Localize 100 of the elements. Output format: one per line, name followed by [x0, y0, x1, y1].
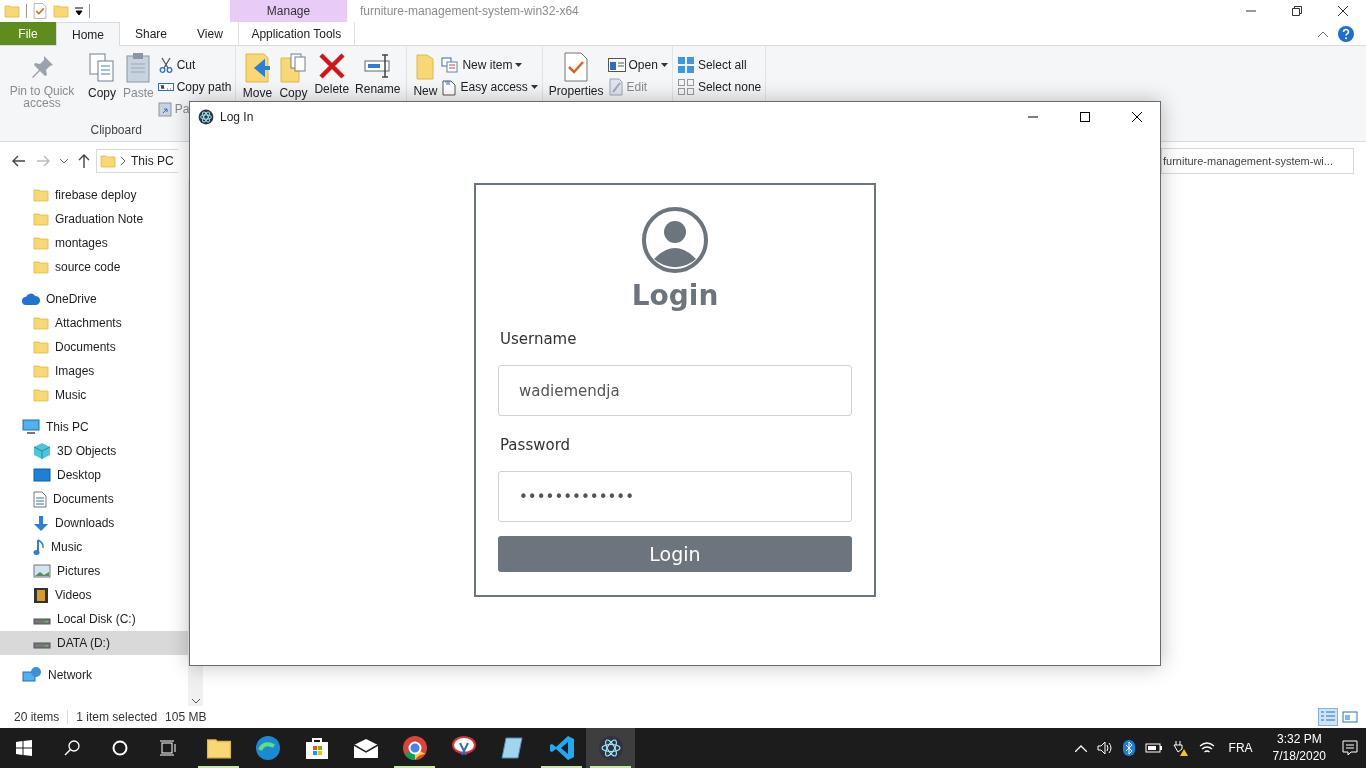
dropdown-icon[interactable]: [75, 7, 83, 15]
folder-icon: [33, 363, 49, 379]
bluetooth-icon[interactable]: [1122, 740, 1135, 756]
folder-icon: [33, 211, 49, 227]
ribbon-button[interactable]: Easy access: [440, 78, 539, 96]
ribbon-tab[interactable]: Home: [56, 22, 120, 46]
ribbon-button[interactable]: Open: [606, 56, 669, 74]
tree-item[interactable]: DATA (D:): [0, 631, 188, 655]
tree-item[interactable]: This PC: [0, 415, 188, 439]
delete-icon: [317, 52, 346, 80]
folder-icon: [33, 339, 49, 355]
ring-icon: [112, 740, 128, 756]
chevron-down-icon: [191, 699, 200, 704]
atom-icon: [198, 109, 214, 125]
recent-button[interactable]: [60, 158, 68, 164]
checked-document-icon: [33, 3, 47, 19]
copy-pages-icon: [87, 52, 117, 84]
ribbon-button[interactable]: Select all: [675, 56, 748, 74]
back-button[interactable]: [12, 155, 26, 167]
dialog-title: Log In: [220, 110, 255, 124]
tree-item[interactable]: Pictures: [0, 559, 188, 583]
tree-item[interactable]: montages: [0, 231, 188, 255]
breadcrumb[interactable]: This PC: [131, 154, 174, 168]
tiles-view-button[interactable]: [1340, 708, 1360, 726]
ribbon-button[interactable]: Rename: [352, 50, 404, 95]
language-indicator[interactable]: FRA: [1224, 741, 1257, 755]
ribbon-button[interactable]: Delete: [311, 50, 353, 95]
field-label: Username: [500, 330, 578, 348]
ribbon-tab[interactable]: File: [0, 22, 56, 45]
tiles-icon: [1342, 710, 1358, 724]
tree-item[interactable]: Attachments: [0, 311, 188, 335]
ribbon-button[interactable]: Select none: [675, 78, 763, 96]
cube-icon: [33, 442, 51, 460]
user-avatar-icon: [642, 207, 708, 273]
ribbon-tab[interactable]: Application Tools: [237, 22, 355, 45]
ribbon-button[interactable]: Properties: [545, 50, 607, 97]
film-icon: [33, 586, 49, 604]
tree-item[interactable]: Local Disk (C:): [0, 607, 188, 631]
wifi-icon[interactable]: [1198, 741, 1215, 755]
desktop-icon: [33, 468, 51, 482]
close-icon: [1132, 112, 1142, 122]
tree-item[interactable]: Music: [0, 383, 188, 407]
input-field[interactable]: •••••••••••••: [498, 471, 852, 522]
address-bar[interactable]: This PC: [96, 149, 178, 173]
list-icon: [1320, 710, 1336, 724]
tree-item[interactable]: OneDrive: [0, 287, 188, 311]
tree-item[interactable]: Music: [0, 535, 188, 559]
search-field[interactable]: furniture-management-system-wi...: [1161, 148, 1354, 174]
plug-warning-icon[interactable]: [1172, 740, 1189, 756]
empty-grid-icon: [676, 78, 695, 96]
folder-icon: [33, 187, 49, 203]
ring-circle-icon: [401, 735, 428, 761]
help-icon[interactable]: [1338, 25, 1354, 42]
clock[interactable]: 3:32 PM 7/18/2020: [1266, 731, 1332, 765]
speaker-icon[interactable]: [1096, 741, 1113, 755]
music-note-icon: [33, 538, 45, 556]
up-button[interactable]: [78, 154, 90, 168]
ribbon-button[interactable]: Copy: [275, 50, 312, 99]
tree-item[interactable]: source code: [0, 255, 188, 279]
notification-icon[interactable]: [1342, 740, 1358, 756]
new-item-icon: [441, 57, 460, 73]
folder-icon: [100, 153, 116, 169]
tree-item[interactable]: 3D Objects: [0, 439, 188, 463]
ribbon-tab[interactable]: Share: [120, 22, 183, 45]
tree-item[interactable]: Videos: [0, 583, 188, 607]
ribbon-button[interactable]: New: [410, 50, 441, 97]
folder-icon: [414, 52, 437, 82]
ribbon-button[interactable]: New item: [440, 56, 524, 74]
battery-icon[interactable]: [1144, 742, 1163, 754]
search-icon: [64, 740, 80, 756]
tree-item[interactable]: Network: [0, 663, 188, 687]
input-field[interactable]: wadiemendja: [498, 365, 852, 416]
envelope-icon: [352, 737, 379, 759]
tree-item[interactable]: Graduation Note: [0, 207, 188, 231]
folder-icon: [53, 3, 69, 19]
tree-item[interactable]: Desktop: [0, 463, 188, 487]
ribbon-button[interactable]: Copy path: [156, 78, 233, 96]
ribbon-button[interactable]: Copy: [84, 50, 120, 99]
chevron-down-icon: [60, 158, 68, 164]
picture-icon: [33, 564, 51, 578]
tree-item[interactable]: Documents: [0, 487, 188, 511]
clipboard-icon: [124, 52, 153, 84]
ribbon-tab[interactable]: View: [182, 22, 238, 45]
scissors-icon: [157, 57, 174, 73]
tree-item[interactable]: Downloads: [0, 511, 188, 535]
shortcut-icon: [157, 101, 172, 117]
tree-item[interactable]: Documents: [0, 335, 188, 359]
page-icon: [441, 78, 458, 96]
checked-document-icon: [563, 52, 590, 82]
path-bar-icon: [157, 81, 174, 93]
tree-item[interactable]: Images: [0, 359, 188, 383]
ribbon-button[interactable]: Cut: [156, 56, 197, 74]
ribbon-button[interactable]: Move: [239, 50, 276, 99]
login-button[interactable]: Login: [498, 536, 852, 572]
taskbar-button[interactable]: [586, 728, 635, 768]
four-panes-icon: [16, 740, 32, 756]
chevron-right-icon: [121, 157, 126, 165]
folder-icon: [33, 315, 49, 331]
context-tab-header: Manage: [230, 0, 347, 22]
tree-item[interactable]: firebase deploy: [0, 183, 188, 207]
